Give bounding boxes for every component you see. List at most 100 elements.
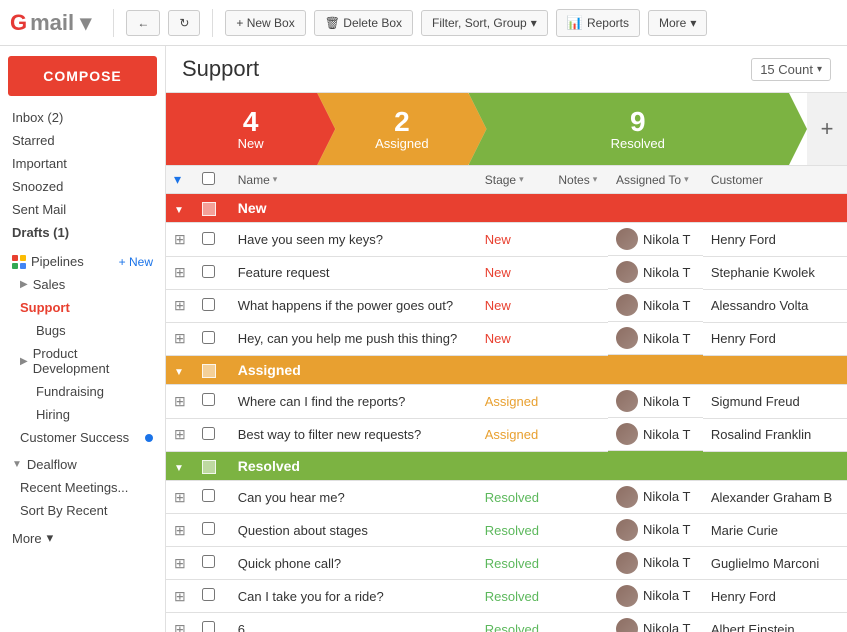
table-row[interactable]: ⊞ Question about stages Resolved Nikola … [166,514,847,547]
group-expand-icon[interactable]: ▼ [166,451,194,480]
funnel-add-button[interactable]: + [807,93,847,165]
compose-button[interactable]: COMPOSE [8,56,157,96]
row-checkbox-cell[interactable] [194,613,230,632]
row-stage[interactable]: New [477,223,551,257]
group-checkbox-cell[interactable] [194,451,230,480]
group-header-resolved[interactable]: ▼ Resolved [166,451,847,480]
row-stage[interactable]: Resolved [477,514,551,547]
row-name[interactable]: Can I take you for a ride? [230,580,477,613]
table-row[interactable]: ⊞ Can you hear me? Resolved Nikola T Ale… [166,480,847,514]
row-checkbox-cell[interactable] [194,418,230,451]
row-checkbox[interactable] [202,522,215,535]
row-name[interactable]: 6 [230,613,477,632]
table-row[interactable]: ⊞ 6 Resolved Nikola T Albert Einstein [166,613,847,632]
row-name[interactable]: Where can I find the reports? [230,385,477,419]
table-row[interactable]: ⊞ What happens if the power goes out? Ne… [166,289,847,322]
group-header-new[interactable]: ▼ New [166,194,847,223]
more-button[interactable]: More ▾ [648,10,707,36]
table-row[interactable]: ⊞ Best way to filter new requests? Assig… [166,418,847,451]
row-stage[interactable]: New [477,322,551,355]
row-checkbox-cell[interactable] [194,322,230,355]
row-checkbox[interactable] [202,232,215,245]
row-checkbox[interactable] [202,555,215,568]
row-name[interactable]: Can you hear me? [230,480,477,514]
row-stage[interactable]: Resolved [477,613,551,632]
filter-sort-button[interactable]: Filter, Sort, Group ▾ [421,10,548,36]
group-checkbox-cell[interactable] [194,355,230,384]
sidebar-item-hiring[interactable]: Hiring [0,403,165,426]
funnel-resolved[interactable]: 9 Resolved [469,93,808,165]
sidebar-item-fundraising[interactable]: Fundraising [0,380,165,403]
group-header-assigned[interactable]: ▼ Assigned [166,355,847,384]
row-checkbox-cell[interactable] [194,580,230,613]
row-checkbox[interactable] [202,265,215,278]
col-expand[interactable]: ▾ [166,166,194,194]
row-stage[interactable]: Resolved [477,547,551,580]
stage-col-dropdown[interactable]: Stage ▾ [485,173,524,187]
row-name[interactable]: Question about stages [230,514,477,547]
sidebar-item-sales[interactable]: ▶ Sales [0,273,165,296]
row-stage[interactable]: New [477,256,551,289]
table-row[interactable]: ⊞ Feature request New Nikola T Stephanie… [166,256,847,289]
sidebar-item-customer-success[interactable]: Customer Success [0,426,165,449]
table-row[interactable]: ⊞ Where can I find the reports? Assigned… [166,385,847,419]
row-stage[interactable]: Assigned [477,385,551,419]
sidebar-item-inbox[interactable]: Inbox (2) [0,106,165,129]
group-expand-icon[interactable]: ▼ [166,355,194,384]
delete-box-button[interactable]: 🗑 Delete Box [314,10,413,36]
row-stage[interactable]: New [477,289,551,322]
row-checkbox-cell[interactable] [194,223,230,257]
row-checkbox-cell[interactable] [194,385,230,419]
reports-button[interactable]: 📊 Reports [556,9,640,37]
row-name[interactable]: Feature request [230,256,477,289]
funnel-assigned[interactable]: 2 Assigned [317,93,486,165]
sidebar-item-sent[interactable]: Sent Mail [0,198,165,221]
row-checkbox[interactable] [202,427,215,440]
assigned-col-dropdown[interactable]: Assigned To ▾ [616,173,689,187]
sidebar-item-drafts[interactable]: Drafts (1) [0,221,165,244]
sidebar-item-pipelines[interactable]: Pipelines + New [0,250,165,273]
sidebar-item-snoozed[interactable]: Snoozed [0,175,165,198]
notes-col-dropdown[interactable]: Notes ▾ [558,173,597,187]
sidebar-item-important[interactable]: Important [0,152,165,175]
sidebar-item-support[interactable]: Support [0,296,165,319]
row-checkbox[interactable] [202,621,215,632]
row-checkbox-cell[interactable] [194,480,230,514]
sidebar-item-product-dev[interactable]: ▶ Product Development [0,342,165,380]
name-col-dropdown[interactable]: Name ▾ [238,173,278,187]
table-row[interactable]: ⊞ Hey, can you help me push this thing? … [166,322,847,355]
gmail-logo[interactable]: Gmail ▾ [10,10,91,36]
table-row[interactable]: ⊞ Can I take you for a ride? Resolved Ni… [166,580,847,613]
row-checkbox-cell[interactable] [194,289,230,322]
row-name[interactable]: Hey, can you help me push this thing? [230,322,477,355]
row-stage[interactable]: Assigned [477,418,551,451]
count-badge[interactable]: 15 Count ▾ [751,58,831,81]
row-name[interactable]: Best way to filter new requests? [230,418,477,451]
row-checkbox[interactable] [202,588,215,601]
group-checkbox-cell[interactable] [194,194,230,223]
row-stage[interactable]: Resolved [477,480,551,514]
sidebar-item-bugs[interactable]: Bugs [0,319,165,342]
sidebar-item-starred[interactable]: Starred [0,129,165,152]
row-checkbox-cell[interactable] [194,256,230,289]
new-pipeline-link[interactable]: + New [119,255,153,269]
back-button[interactable]: ← [126,10,160,36]
row-checkbox-cell[interactable] [194,514,230,547]
row-name[interactable]: What happens if the power goes out? [230,289,477,322]
group-expand-icon[interactable]: ▼ [166,194,194,223]
sidebar-item-recent-meetings[interactable]: Recent Meetings... [0,476,165,499]
row-checkbox-cell[interactable] [194,547,230,580]
new-box-button[interactable]: + New Box [225,10,305,36]
row-name[interactable]: Have you seen my keys? [230,223,477,257]
table-row[interactable]: ⊞ Quick phone call? Resolved Nikola T Gu… [166,547,847,580]
sidebar-item-more[interactable]: More ▾ [0,526,165,550]
row-checkbox[interactable] [202,489,215,502]
table-row[interactable]: ⊞ Have you seen my keys? New Nikola T He… [166,223,847,257]
row-stage[interactable]: Resolved [477,580,551,613]
row-checkbox[interactable] [202,393,215,406]
refresh-button[interactable]: ↻ [168,10,200,36]
funnel-new[interactable]: 4 New [166,93,335,165]
sidebar-item-dealflow[interactable]: ▼ Dealflow [0,453,165,476]
sidebar-item-sort-by-recent[interactable]: Sort By Recent [0,499,165,522]
row-checkbox[interactable] [202,298,215,311]
